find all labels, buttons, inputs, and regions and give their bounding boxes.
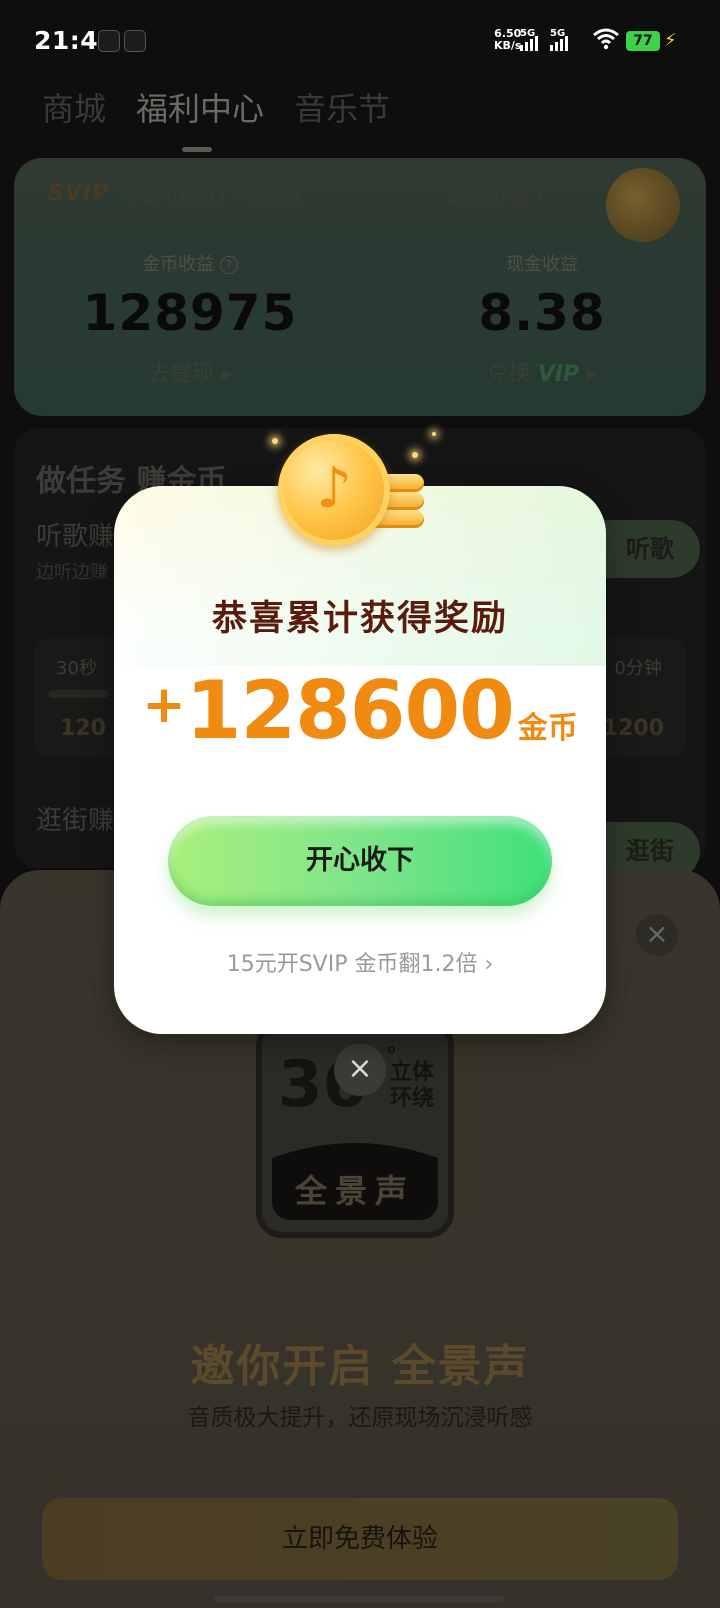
reward-modal: 恭喜累计获得奖励 +128600 金币 开心收下 15元开SVIP 金币翻1.2倍… (114, 486, 606, 1034)
sheet-headline: 邀你开启 全景声 (190, 1341, 530, 1392)
net-speed: 6.50 KB/s (494, 28, 521, 52)
top-tabs: 商城 福利中心 音乐节 (42, 84, 390, 152)
net-speed-unit: KB/s (494, 39, 522, 52)
strip-right-time: 0分钟 (614, 658, 662, 679)
accept-reward-button[interactable]: 开心收下 (168, 816, 552, 906)
music-app-icon (98, 30, 120, 52)
sheet-close-icon[interactable]: × (636, 914, 678, 956)
progress-track (48, 690, 108, 698)
tab-music-festival[interactable]: 音乐节 (294, 84, 390, 130)
signal-icon-2 (550, 36, 568, 51)
strip-left-time: 30秒 (56, 658, 97, 679)
exchange-label: 兑换 (486, 362, 531, 387)
badge-close-icon[interactable]: × (334, 1044, 386, 1096)
tab-welfare-center[interactable]: 福利中心 (136, 84, 264, 152)
home-indicator[interactable] (214, 1596, 504, 1602)
vip-label: VIP (537, 362, 580, 387)
svip-banner-text: 享金币获取1.2倍加速 (121, 183, 304, 206)
status-bar: 21:47 6.50 KB/s 5G 5G 77 ⚡ (0, 0, 720, 82)
charging-icon: ⚡ (664, 30, 677, 51)
cash-earnings-label: 现金收益 (506, 254, 578, 275)
reward-plus: + (142, 675, 186, 735)
earnings-card: SVIP 享金币获取1.2倍加速 15元开通 › 金币收益 ? 128975 去… (14, 158, 706, 416)
tiktok-icon (124, 30, 146, 52)
cash-earnings-value: 8.38 (478, 284, 606, 342)
badge-word: 全景声 (294, 1172, 415, 1210)
sparkle-icon (272, 438, 278, 444)
strip-left-reward: 120 (60, 716, 106, 741)
gold-coin-icon: ♪ (278, 434, 448, 554)
battery-indicator: 77 (626, 31, 660, 51)
tab-mall[interactable]: 商城 (42, 84, 106, 130)
sparkle-icon-3 (432, 432, 436, 436)
coin-decoration-icon (606, 168, 680, 242)
svip-promo-link[interactable]: 15元开SVIP 金币翻1.2倍 › (114, 946, 606, 978)
signal-icon (520, 36, 538, 51)
badge-caption: 立体 环绕 (390, 1060, 434, 1112)
reward-heading: 恭喜累计获得奖励 (211, 599, 508, 639)
help-icon[interactable]: ? (219, 256, 238, 274)
badge-caption-line2: 环绕 (390, 1086, 435, 1111)
cash-earnings: 现金收益 8.38 兑换 VIP ▸ (382, 250, 702, 388)
badge-caption-line1: 立体 (390, 1060, 435, 1085)
coin-earnings-value: 128975 (82, 284, 298, 342)
coin-earnings-label-row: 金币收益 ? (30, 250, 350, 276)
coin-earnings-label: 金币收益 (142, 254, 215, 275)
withdraw-link[interactable]: 去提现 ▸ (30, 356, 350, 388)
coin-earnings: 金币收益 ? 128975 去提现 ▸ (30, 250, 350, 388)
reward-amount: +128600 金币 (114, 664, 606, 757)
coin-face: ♪ (278, 434, 390, 546)
shop-task-title: 逛街赚 (36, 806, 115, 836)
coin-symbol-icon: ♪ (316, 456, 352, 521)
svip-logo: SVIP (48, 180, 110, 206)
wifi-icon (593, 28, 619, 50)
listen-task-title: 听歌赚 (36, 522, 115, 552)
listen-task-subtitle: 边听边赚 (36, 562, 108, 583)
strip-right-reward: 1200 (602, 716, 664, 741)
reward-value: 128600 (185, 664, 515, 757)
svip-open-link[interactable]: 15元开通 › (444, 180, 544, 209)
arrow-icon: ▸ (586, 362, 598, 387)
exchange-vip-link[interactable]: 兑换 VIP ▸ (382, 356, 702, 388)
reward-unit: 金币 (517, 711, 578, 746)
sparkle-icon-2 (412, 452, 418, 458)
sheet-subline: 音质极大提升，还原现场沉浸听感 (187, 1405, 533, 1431)
free-trial-button[interactable]: 立即免费体验 (42, 1498, 678, 1580)
